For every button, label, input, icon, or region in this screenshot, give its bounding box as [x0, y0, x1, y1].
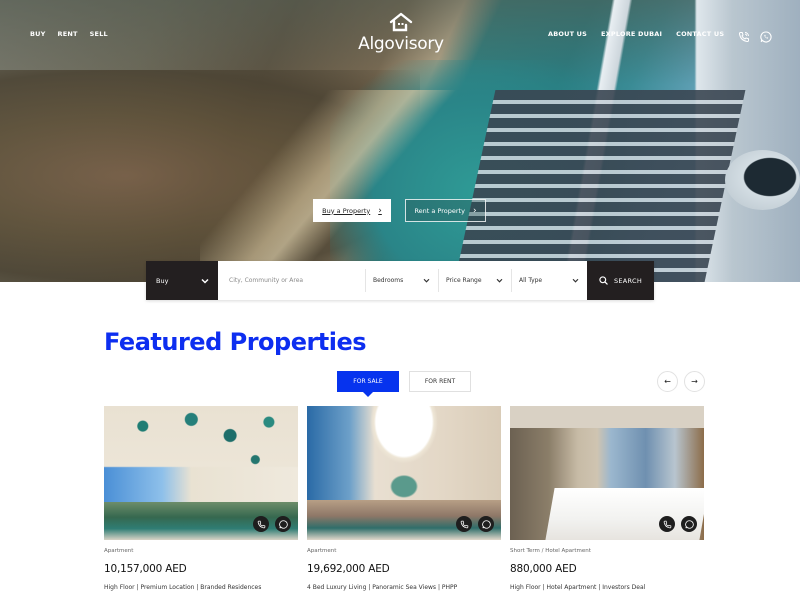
phone-icon[interactable]	[456, 516, 472, 532]
property-image[interactable]	[104, 406, 298, 540]
tab-for-sale[interactable]: FOR SALE	[337, 371, 399, 397]
phone-icon[interactable]	[659, 516, 675, 532]
logo[interactable]: Algovisory	[356, 12, 446, 60]
property-search-bar: Buy Bedrooms Price Range All Type SEARCH	[146, 261, 654, 300]
top-navigation: BUY RENT SELL Algovisory ABOUT US EXPLOR…	[0, 0, 800, 70]
whatsapp-icon[interactable]	[275, 516, 291, 532]
property-card[interactable]: Apartment 19,692,000 AED 4 Bed Luxury Li…	[307, 406, 501, 591]
nav-about-us[interactable]: ABOUT US	[548, 30, 587, 38]
chevron-right-icon: ›	[472, 205, 477, 216]
rent-property-label: Rent a Property	[414, 206, 465, 215]
brand-name: Algovisory	[358, 34, 444, 54]
nav-sell[interactable]: SELL	[90, 30, 108, 38]
nav-right: ABOUT US EXPLORE DUBAI CONTACT US	[548, 30, 724, 38]
property-type: Apartment	[104, 548, 134, 554]
property-card[interactable]: Apartment 10,157,000 AED High Floor | Pr…	[104, 406, 298, 591]
price-range-select[interactable]: Price Range	[438, 261, 511, 300]
chevron-down-icon	[201, 278, 209, 284]
search-mode-value: Buy	[156, 276, 169, 285]
property-description: High Floor | Hotel Apartment | Investors…	[510, 584, 646, 591]
hero-tower-body	[454, 90, 746, 282]
property-image[interactable]	[307, 406, 501, 540]
phone-icon[interactable]	[738, 28, 750, 43]
hero-beach	[200, 90, 460, 282]
tab-for-rent[interactable]: FOR RENT	[409, 371, 471, 392]
carousel-prev-button[interactable]: ←	[657, 371, 678, 392]
property-description: High Floor | Premium Location | Branded …	[104, 584, 262, 591]
phone-icon[interactable]	[253, 516, 269, 532]
chevron-right-icon: ›	[378, 205, 382, 216]
card-contact-icons	[659, 516, 697, 532]
property-card[interactable]: Short Term / Hotel Apartment 880,000 AED…	[510, 406, 704, 591]
property-type-label: All Type	[519, 277, 543, 284]
whatsapp-icon[interactable]	[681, 516, 697, 532]
chevron-down-icon	[496, 278, 503, 283]
search-button[interactable]: SEARCH	[587, 261, 654, 300]
nav-buy[interactable]: BUY	[30, 30, 46, 38]
nav-left: BUY RENT SELL	[30, 30, 108, 38]
card-contact-icons	[253, 516, 291, 532]
chevron-down-icon	[423, 278, 430, 283]
buy-property-label: Buy a Property	[322, 206, 371, 215]
featured-properties-title: Featured Properties	[104, 328, 367, 356]
property-price: 880,000 AED	[510, 563, 577, 575]
rent-property-button[interactable]: Rent a Property ›	[405, 199, 486, 222]
location-search-input[interactable]	[218, 261, 365, 300]
price-range-label: Price Range	[446, 277, 482, 284]
buy-property-button[interactable]: Buy a Property ›	[313, 199, 391, 222]
nav-contact-us[interactable]: CONTACT US	[676, 30, 724, 38]
property-price: 19,692,000 AED	[307, 563, 390, 575]
whatsapp-icon[interactable]	[760, 28, 772, 43]
arrow-right-icon: →	[691, 377, 698, 386]
card-contact-icons	[456, 516, 494, 532]
property-type-select[interactable]: All Type	[511, 261, 587, 300]
whatsapp-icon[interactable]	[478, 516, 494, 532]
search-button-label: SEARCH	[613, 276, 643, 285]
carousel-next-button[interactable]: →	[684, 371, 705, 392]
property-cards: Apartment 10,157,000 AED High Floor | Pr…	[104, 406, 704, 591]
hero-helipad	[725, 150, 800, 210]
bedrooms-label: Bedrooms	[373, 277, 404, 284]
listing-tabs: FOR SALE FOR RENT	[337, 371, 471, 397]
property-image[interactable]	[510, 406, 704, 540]
house-icon	[389, 12, 413, 32]
nav-contact-icons	[738, 28, 772, 43]
search-icon	[599, 276, 608, 285]
property-price: 10,157,000 AED	[104, 563, 187, 575]
property-description: 4 Bed Luxury Living | Panoramic Sea View…	[307, 584, 458, 591]
nav-rent[interactable]: RENT	[58, 30, 78, 38]
property-type: Short Term / Hotel Apartment	[510, 548, 591, 554]
bedrooms-select[interactable]: Bedrooms	[365, 261, 438, 300]
chevron-down-icon	[572, 278, 579, 283]
arrow-left-icon: ←	[664, 377, 671, 386]
search-mode-select[interactable]: Buy	[146, 261, 218, 300]
property-type: Apartment	[307, 548, 337, 554]
carousel-controls: ← →	[657, 371, 705, 392]
nav-explore-dubai[interactable]: EXPLORE DUBAI	[601, 30, 662, 38]
